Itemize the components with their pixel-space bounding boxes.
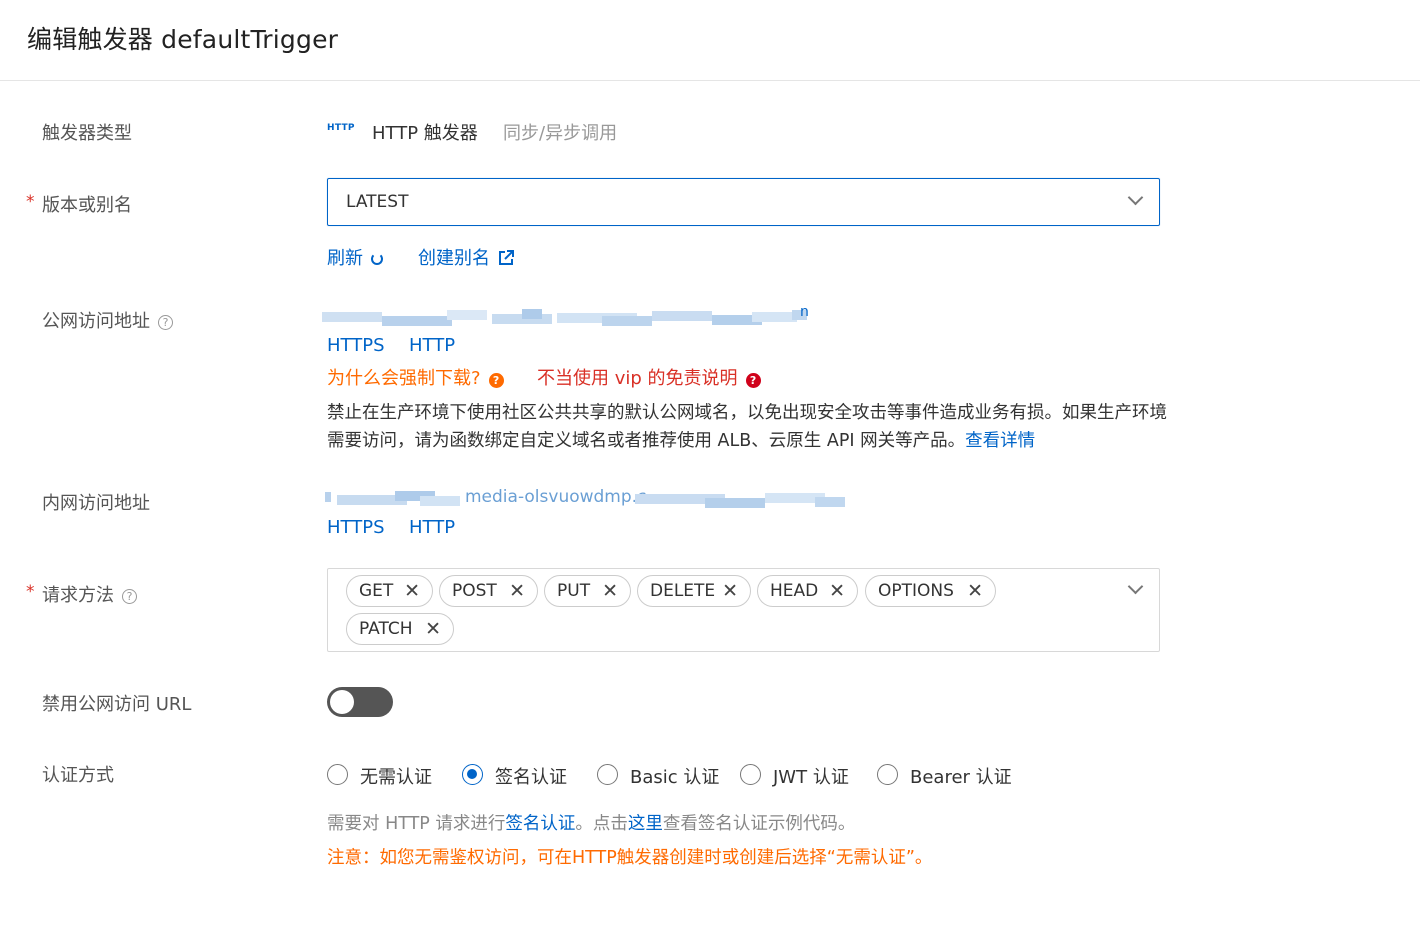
auth-label: 认证方式 [42,765,114,786]
refresh-icon [371,253,383,265]
internal-http-link[interactable]: HTTP [409,517,455,538]
trigger-mode-value: 同步/异步调用 [503,123,618,144]
tag-label: OPTIONS [878,581,954,601]
radio-label: 无需认证 [360,767,432,788]
methods-label: 请求方法? [42,581,137,607]
trigger-type-label: 触发器类型 [42,123,132,144]
version-label: 版本或别名 [42,195,132,216]
internal-url-label: 内网访问地址 [42,493,150,514]
public-url-notice: 禁止在生产环境下使用社区公共共享的默认公网域名，以免出现安全攻击等事件造成业务有… [327,399,1167,455]
create-alias-link[interactable]: 创建别名 [418,244,514,270]
radio-circle [327,764,348,785]
method-tag: DELETE ✕ [637,575,751,607]
tag-label: HEAD [770,581,819,601]
signature-auth-link[interactable]: 签名认证 [505,814,575,834]
public-url-tail: n [800,306,809,320]
auth-hint: 需要对 HTTP 请求进行签名认证。点击这里查看签名认证示例代码。 [327,810,855,835]
tag-label: PATCH [359,619,413,639]
help-icon[interactable]: ? [158,315,173,330]
required-mark: * [26,192,35,212]
disable-public-switch[interactable] [327,687,393,717]
close-icon[interactable]: ✕ [425,614,441,644]
close-icon[interactable]: ✕ [722,576,738,606]
switch-knob [330,690,354,714]
radio-label: 签名认证 [495,767,567,788]
radio-label: Basic 认证 [630,767,720,788]
view-details-link[interactable]: 查看详情 [965,431,1035,451]
version-select-value: LATEST [346,192,409,212]
trigger-type-value: HTTP 触发器 [372,123,478,144]
radio-label: JWT 认证 [773,767,849,788]
tag-label: DELETE [650,581,716,601]
http-icon: HTTP [327,123,355,133]
method-tag: OPTIONS ✕ [865,575,996,607]
methods-multiselect[interactable]: GET ✕ POST ✕ PUT ✕ DELETE ✕ HEAD ✕ OPTIONS ✕ P… [327,568,1160,652]
radio-circle [740,764,761,785]
disable-public-label: 禁用公网访问 URL [42,694,192,715]
radio-circle [462,764,483,785]
method-tag: POST ✕ [439,575,538,607]
create-alias-label: 创建别名 [418,248,490,269]
refresh-label: 刷新 [327,248,363,269]
public-url-value[interactable]: n [322,306,812,326]
tag-label: POST [452,581,497,601]
close-icon[interactable]: ✕ [602,576,618,606]
external-link-icon [499,250,514,265]
refresh-link[interactable]: 刷新 [327,244,383,270]
method-tag: GET ✕ [346,575,433,607]
version-select[interactable]: LATEST [327,178,1160,226]
chevron-down-icon [1127,189,1144,206]
why-download-text: 为什么会强制下载? [327,368,481,389]
hint-text: 需要对 HTTP 请求进行 [327,814,506,834]
vip-disclaimer-link[interactable]: 不当使用 vip 的免责说明? [537,364,761,390]
public-http-link[interactable]: HTTP [409,335,455,356]
tag-label: GET [359,581,394,601]
required-mark: * [26,582,35,602]
method-tag: PUT ✕ [544,575,631,607]
vip-disclaimer-text: 不当使用 vip 的免责说明 [537,368,738,389]
hint-text: 查看签名认证示例代码。 [662,814,856,834]
help-icon[interactable]: ? [122,589,137,604]
radio-label: Bearer 认证 [910,767,1012,788]
internal-https-link[interactable]: HTTPS [327,517,385,538]
public-url-label: 公网访问地址? [42,307,173,333]
chevron-down-icon [1127,578,1144,595]
method-tag: PATCH ✕ [346,613,454,645]
public-url-label-text: 公网访问地址 [42,311,150,332]
why-download-link[interactable]: 为什么会强制下载?? [327,364,504,390]
methods-label-text: 请求方法 [42,585,114,606]
notice-text: 禁止在生产环境下使用社区公共共享的默认公网域名，以免出现安全攻击等事件造成业务有… [327,403,1167,451]
radio-circle [877,764,898,785]
close-icon[interactable]: ✕ [829,576,845,606]
page-title: 编辑触发器 defaultTrigger [27,25,339,54]
internal-url-text: media-olsvuowdmp.c [465,489,647,507]
radio-circle [597,764,618,785]
auth-note: 注意：如您无需鉴权访问，可在HTTP触发器创建时或创建后选择“无需认证”。 [327,848,933,868]
page-header: 编辑触发器 defaultTrigger [0,0,1420,81]
internal-url-value[interactable]: media-olsvuowdmp.c [325,489,845,509]
close-icon[interactable]: ✕ [404,576,420,606]
example-code-link[interactable]: 这里 [628,814,663,834]
public-https-link[interactable]: HTTPS [327,335,385,356]
question-icon: ? [745,373,761,388]
hint-text: 。点击 [575,814,628,834]
close-icon[interactable]: ✕ [509,576,525,606]
close-icon[interactable]: ✕ [967,576,983,606]
question-icon: ? [488,373,504,388]
tag-label: PUT [557,581,591,601]
method-tag: HEAD ✕ [757,575,858,607]
